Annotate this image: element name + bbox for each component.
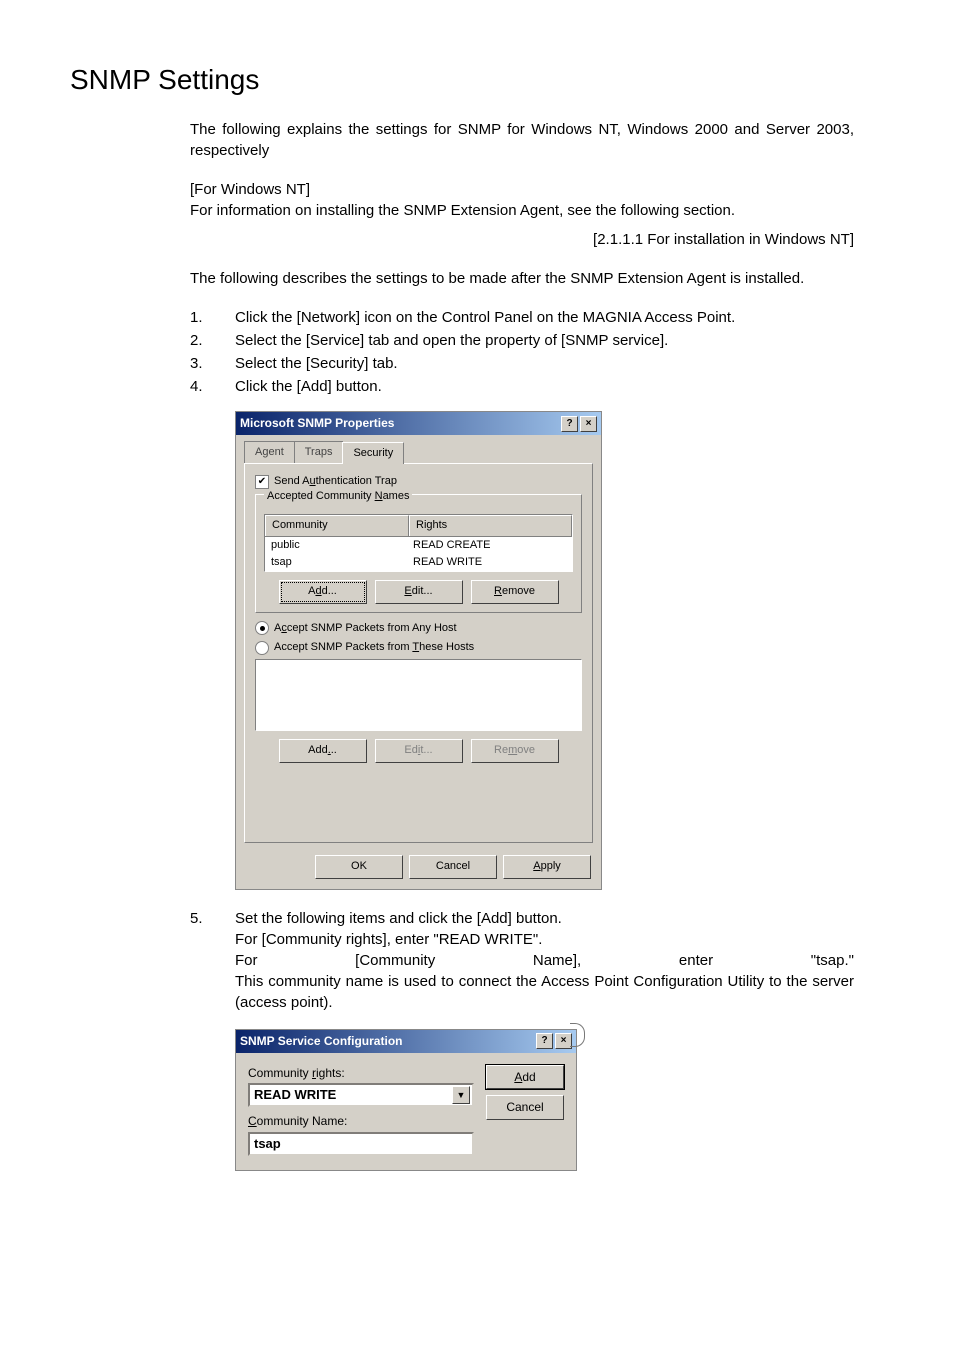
community-group-label: Accepted Community Names xyxy=(264,490,412,502)
auth-trap-checkbox[interactable]: ✔ xyxy=(255,475,269,489)
nt-label: [For Windows NT] xyxy=(190,179,854,200)
step-text: Select the [Service] tab and open the pr… xyxy=(235,330,854,351)
tab-traps[interactable]: Traps xyxy=(294,441,344,463)
community-add-button[interactable]: Add... xyxy=(279,580,367,603)
dialog-titlebar: SNMP Service Configuration ? × xyxy=(236,1030,576,1053)
tab-agent[interactable]: Agent xyxy=(244,441,295,463)
radio-these-hosts-label: Accept SNMP Packets from These Hosts xyxy=(274,640,474,655)
help-icon[interactable]: ? xyxy=(536,1033,553,1049)
step5-community-name-line: For [Community Name], enter "tsap." xyxy=(235,950,854,971)
cross-reference: [2.1.1.1 For installation in Windows NT] xyxy=(190,229,854,250)
auth-trap-label: Send Authentication Trap xyxy=(274,474,397,489)
step-text: Select the [Security] tab. xyxy=(235,353,854,374)
radio-any-host-label: Accept SNMP Packets from Any Host xyxy=(274,621,457,636)
community-rights-label: Community rights: xyxy=(248,1065,474,1082)
page-title: SNMP Settings xyxy=(70,60,884,99)
hosts-add-button[interactable]: Add... xyxy=(279,739,367,762)
list-item[interactable]: public READ CREATE xyxy=(265,537,572,554)
step-number: 3. xyxy=(190,353,235,374)
step-text: Click the [Network] icon on the Control … xyxy=(235,307,854,328)
apply-button[interactable]: Apply xyxy=(503,855,591,878)
col-community: Community xyxy=(265,515,409,535)
chevron-down-icon[interactable]: ▼ xyxy=(452,1086,470,1104)
radio-any-host[interactable] xyxy=(255,621,269,635)
nt-info-text: For information on installing the SNMP E… xyxy=(190,200,854,221)
community-rights-combo[interactable]: READ WRITE ▼ xyxy=(248,1083,474,1107)
step-text: Set the following items and click the [A… xyxy=(235,908,854,1013)
steps-list-2: 5. Set the following items and click the… xyxy=(190,908,854,1013)
help-icon[interactable]: ? xyxy=(561,416,578,432)
cancel-button[interactable]: Cancel xyxy=(409,855,497,878)
community-groupbox: Accepted Community Names Community Right… xyxy=(255,494,582,613)
list-item[interactable]: tsap READ WRITE xyxy=(265,554,572,571)
after-install-text: The following describes the settings to … xyxy=(190,268,854,289)
step-number: 2. xyxy=(190,330,235,351)
community-name-input[interactable]: tsap xyxy=(248,1132,474,1156)
close-icon[interactable]: × xyxy=(580,416,597,432)
hosts-listbox[interactable] xyxy=(255,659,582,731)
ok-button[interactable]: OK xyxy=(315,855,403,878)
radio-these-hosts[interactable] xyxy=(255,641,269,655)
snmp-properties-dialog: Microsoft SNMP Properties ? × Agent Trap… xyxy=(235,411,602,890)
community-listbox[interactable]: Community Rights public READ CREATE tsap… xyxy=(264,514,573,572)
add-button[interactable]: Add xyxy=(486,1065,564,1090)
step-number: 4. xyxy=(190,376,235,397)
dialog-title: Microsoft SNMP Properties xyxy=(240,415,394,432)
community-name-label: Community Name: xyxy=(248,1113,474,1130)
tab-security[interactable]: Security xyxy=(342,442,404,464)
callout-mark xyxy=(570,1023,585,1047)
tab-strip: Agent Traps Security xyxy=(236,435,601,463)
step-number: 5. xyxy=(190,908,235,1013)
hosts-remove-button: Remove xyxy=(471,739,559,762)
step-text: Click the [Add] button. xyxy=(235,376,854,397)
tab-body: ✔ Send Authentication Trap Accepted Comm… xyxy=(244,463,593,843)
snmp-service-config-dialog: SNMP Service Configuration ? × Community… xyxy=(235,1029,577,1171)
hosts-edit-button: Edit... xyxy=(375,739,463,762)
community-remove-button[interactable]: Remove xyxy=(471,580,559,603)
dialog-titlebar: Microsoft SNMP Properties ? × xyxy=(236,412,601,435)
steps-list-1: 1.Click the [Network] icon on the Contro… xyxy=(190,307,854,397)
intro-text: The following explains the settings for … xyxy=(190,119,854,161)
community-rights-value: READ WRITE xyxy=(254,1086,336,1104)
community-edit-button[interactable]: Edit... xyxy=(375,580,463,603)
col-rights: Rights xyxy=(409,515,572,535)
dialog-title: SNMP Service Configuration xyxy=(240,1033,402,1050)
cancel-button[interactable]: Cancel xyxy=(486,1095,564,1120)
step-number: 1. xyxy=(190,307,235,328)
